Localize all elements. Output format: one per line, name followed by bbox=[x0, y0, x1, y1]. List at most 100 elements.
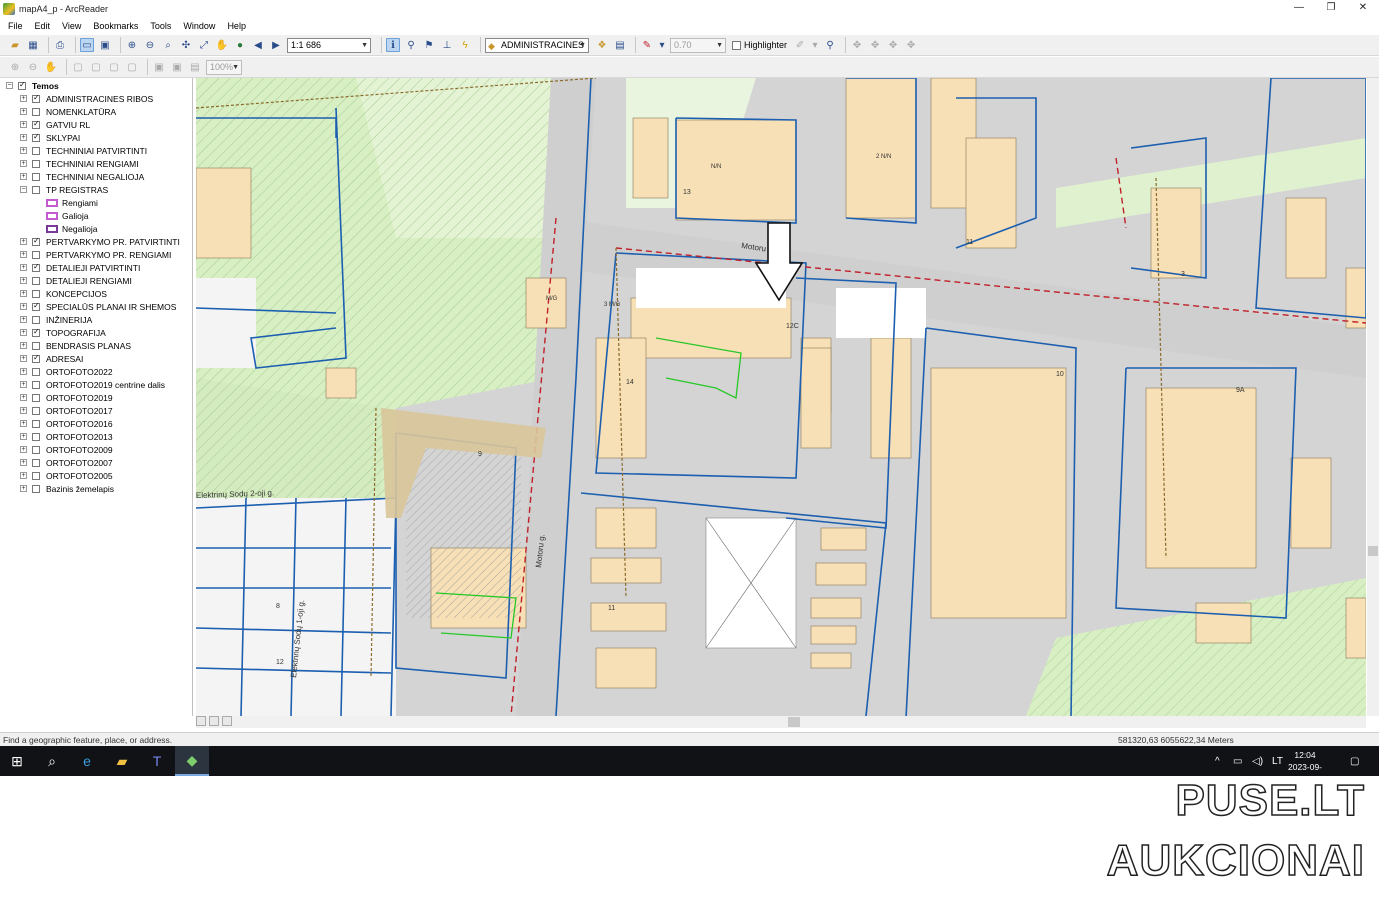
layer-checkbox[interactable] bbox=[32, 146, 40, 155]
toc-layer[interactable]: + INŽINERIJA bbox=[20, 313, 92, 326]
toc-layer[interactable]: + SKLYPAI bbox=[20, 131, 80, 144]
pin-remove-icon[interactable]: ✥ bbox=[886, 38, 900, 52]
minimize-button[interactable]: — bbox=[1283, 0, 1315, 17]
toc-layer[interactable]: + ORTOFOTO2009 bbox=[20, 443, 113, 456]
layout-pan-icon[interactable]: ✋ bbox=[44, 60, 58, 74]
layout-view-icon[interactable]: ▣ bbox=[98, 38, 112, 52]
layer-checkbox[interactable] bbox=[32, 484, 40, 493]
expand-icon[interactable]: + bbox=[20, 316, 27, 323]
volume-icon[interactable]: ◁) bbox=[1252, 746, 1263, 776]
identify-icon[interactable]: ℹ bbox=[386, 38, 400, 52]
scale-combo[interactable]: 1:1 686 ▼ bbox=[287, 37, 371, 53]
toc-legend-item[interactable]: Rengiami bbox=[46, 196, 98, 209]
expand-icon[interactable]: + bbox=[20, 108, 27, 115]
menu-edit[interactable]: Edit bbox=[35, 21, 51, 31]
layer-checkbox[interactable] bbox=[32, 327, 40, 337]
network-icon[interactable]: ▭ bbox=[1233, 746, 1242, 776]
expand-icon[interactable]: + bbox=[20, 95, 27, 102]
chevron-down-icon[interactable]: ▾ bbox=[658, 38, 666, 52]
toc-layer[interactable]: + GATVIU RL bbox=[20, 118, 90, 131]
full-extent-icon[interactable]: ⤢ bbox=[197, 38, 211, 52]
toc-root[interactable]: − Temos bbox=[6, 79, 59, 92]
fixed-zoom-out-icon[interactable]: ✣ bbox=[179, 38, 193, 52]
data-view-icon[interactable]: ▭ bbox=[80, 38, 94, 52]
highlighter-checkbox[interactable]: Highlighter bbox=[732, 40, 787, 50]
zoom-100-icon[interactable]: ▢ bbox=[89, 60, 103, 74]
zoom-in-icon[interactable]: ⊕ bbox=[125, 38, 139, 52]
refresh-tab[interactable] bbox=[222, 716, 232, 726]
expand-icon[interactable]: + bbox=[20, 394, 27, 401]
menu-bookmarks[interactable]: Bookmarks bbox=[93, 21, 138, 31]
toc-layer[interactable]: + ORTOFOTO2017 bbox=[20, 404, 113, 417]
toc-layer[interactable]: + ORTOFOTO2022 bbox=[20, 365, 113, 378]
toc-layer[interactable]: + TECHNINIAI PATVIRTINTI bbox=[20, 144, 147, 157]
layer-checkbox[interactable] bbox=[32, 107, 40, 116]
expand-icon[interactable]: + bbox=[20, 459, 27, 466]
expand-icon[interactable]: + bbox=[20, 173, 27, 180]
toc-layer[interactable]: + ADMINISTRACINES RIBOS bbox=[20, 92, 153, 105]
layout-zoom-in-icon[interactable]: ⊕ bbox=[8, 60, 22, 74]
forward-arrow-icon[interactable]: ▶ bbox=[269, 38, 283, 52]
search-icon[interactable]: ⌕ bbox=[35, 746, 69, 776]
width-combo[interactable]: 0.70 ▼ bbox=[670, 37, 726, 53]
expand-icon[interactable]: + bbox=[20, 290, 27, 297]
pen-color-icon[interactable]: ✎ bbox=[640, 38, 654, 52]
expand-icon[interactable]: + bbox=[20, 160, 27, 167]
toc-layer[interactable]: + ADRESAI bbox=[20, 352, 83, 365]
open-folder-icon[interactable]: ▰ bbox=[8, 38, 22, 52]
layer-checkbox[interactable] bbox=[32, 406, 40, 415]
toc-layer[interactable]: + Bazinis žemelapis bbox=[20, 482, 114, 495]
zoom-percent-combo[interactable]: 100% ▼ bbox=[206, 59, 242, 75]
pin-icon[interactable]: ✥ bbox=[850, 38, 864, 52]
globe-icon[interactable]: ● bbox=[233, 38, 247, 52]
map-document-icon[interactable]: ▦ bbox=[26, 38, 40, 52]
toc-layer[interactable]: + NOMENKLATŪRA bbox=[20, 105, 116, 118]
find-binoculars-icon[interactable]: ⚲ bbox=[404, 38, 418, 52]
toc-layer[interactable]: + ORTOFOTO2019 bbox=[20, 391, 113, 404]
toc-layer[interactable]: + SPECIALŪS PLANAI IR SHEMOS bbox=[20, 300, 176, 313]
toc-layer[interactable]: + PERTVARKYMO PR. RENGIAMI bbox=[20, 248, 171, 261]
layout-view-tab[interactable] bbox=[209, 716, 219, 726]
expand-icon[interactable]: + bbox=[20, 303, 27, 310]
layer-checkbox[interactable] bbox=[32, 250, 40, 259]
chevron-down-icon[interactable]: ▾ bbox=[811, 38, 819, 52]
arcreader-taskbar-icon[interactable]: ◆ bbox=[175, 746, 209, 776]
layer-checkbox[interactable] bbox=[32, 341, 40, 350]
menu-view[interactable]: View bbox=[62, 21, 81, 31]
tray-chevron-icon[interactable]: ^ bbox=[1215, 746, 1220, 776]
expand-icon[interactable]: + bbox=[20, 407, 27, 414]
fixed-zoom-in-icon[interactable]: ⌕ bbox=[161, 38, 175, 52]
expand-icon[interactable]: + bbox=[20, 446, 27, 453]
layer-checkbox[interactable] bbox=[32, 276, 40, 285]
menu-window[interactable]: Window bbox=[183, 21, 215, 31]
expand-icon[interactable]: + bbox=[20, 485, 27, 492]
expand-icon[interactable]: + bbox=[20, 121, 27, 128]
expand-icon[interactable]: + bbox=[20, 277, 27, 284]
toc-layer[interactable]: + DETALIEJI PATVIRTINTI bbox=[20, 261, 140, 274]
print-icon[interactable]: ⎙ bbox=[53, 38, 67, 52]
back-arrow-icon[interactable]: ◀ bbox=[251, 38, 265, 52]
layout-zoom-out-icon[interactable]: ⊖ bbox=[26, 60, 40, 74]
layer-checkbox[interactable] bbox=[18, 80, 26, 90]
map-view[interactable]: Motoru g. Motoru g. Elektrinų Sodų 2-oji… bbox=[196, 78, 1366, 716]
toc-layer[interactable]: + TECHNINIAI NEGALIOJA bbox=[20, 170, 144, 183]
layer-checkbox[interactable] bbox=[32, 393, 40, 402]
layer-checkbox[interactable] bbox=[32, 132, 40, 142]
layer-checkbox[interactable] bbox=[32, 289, 40, 298]
vertical-scrollbar[interactable] bbox=[1367, 78, 1379, 716]
expand-icon[interactable]: + bbox=[20, 134, 27, 141]
pin-clear-icon[interactable]: ✥ bbox=[904, 38, 918, 52]
toc-layer[interactable]: + KONCEPCIJOS bbox=[20, 287, 107, 300]
horizontal-scrollbar[interactable] bbox=[196, 716, 1366, 728]
hyperlink-icon[interactable]: ⚑ bbox=[422, 38, 436, 52]
expand-icon[interactable]: + bbox=[20, 147, 27, 154]
measure-icon[interactable]: ⊥ bbox=[440, 38, 454, 52]
eraser-icon[interactable]: ✐ bbox=[793, 38, 807, 52]
collapse-icon[interactable]: − bbox=[20, 186, 27, 193]
toc-layer[interactable]: + ORTOFOTO2007 bbox=[20, 456, 113, 469]
scroll-thumb[interactable] bbox=[1368, 546, 1378, 556]
maximize-button[interactable]: ❐ bbox=[1315, 0, 1347, 17]
expand-icon[interactable]: + bbox=[20, 238, 27, 245]
expand-icon[interactable]: + bbox=[20, 381, 27, 388]
edge-browser-icon[interactable]: e bbox=[70, 746, 104, 776]
